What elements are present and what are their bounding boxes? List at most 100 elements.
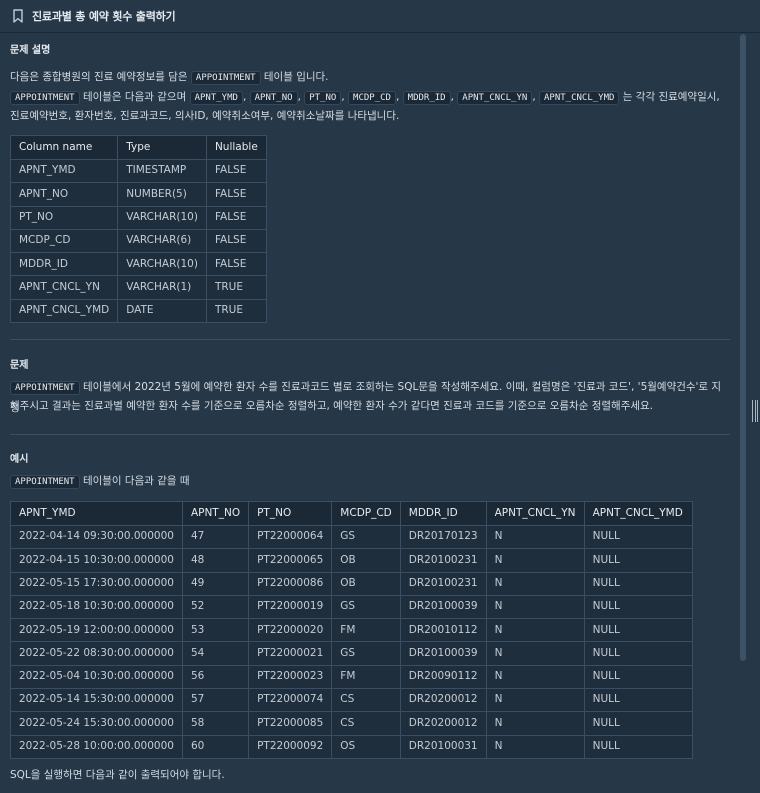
code-tag: APPOINTMENT [10, 381, 80, 395]
resize-handle[interactable] [752, 400, 759, 422]
table-cell: CS [331, 688, 401, 713]
table-cell: NULL [583, 618, 693, 643]
example-col-header: PT_NO [248, 501, 333, 526]
table-cell: FALSE [205, 158, 267, 184]
table-cell: FALSE [205, 228, 267, 254]
schema-col-header: Nullable [205, 135, 267, 160]
table-cell: NULL [583, 711, 693, 736]
table-row: MDDR_ID VARCHAR(10) FALSE [10, 252, 267, 277]
table-cell: OB [331, 571, 401, 596]
table-cell: 2022-04-14 09:30:00.000000 [10, 524, 183, 550]
code-tag: APNT_NO [249, 91, 298, 105]
schema-col-header: Column name [10, 135, 119, 160]
table-cell: DR20200012 [399, 688, 487, 713]
example-col-header: APNT_NO [181, 501, 250, 526]
description-heading: 문제 설명 [10, 45, 51, 56]
table-row: APNT_YMD TIMESTAMP FALSE [10, 158, 267, 184]
table-row: 2022-05-22 08:30:00.000000 54 PT22000021 GS… [10, 641, 693, 666]
table-cell: 56 [181, 664, 250, 690]
table-cell: MCDP_CD [10, 228, 119, 254]
table-cell: 48 [181, 548, 250, 573]
bookmark-icon[interactable] [12, 9, 24, 23]
table-cell: NULL [583, 734, 693, 759]
code-tag: MCDP_CD [348, 91, 396, 105]
table-row: 2022-05-28 10:00:00.000000 60 PT22000092 OS… [10, 734, 693, 759]
table-cell: APNT_NO [10, 182, 119, 207]
table-cell: DR20010112 [399, 618, 487, 643]
table-cell: FALSE [205, 252, 267, 277]
table-cell: N [485, 571, 585, 596]
code-tag: MDDR_ID [402, 91, 451, 105]
schema-col-header: Type [117, 135, 207, 160]
table-cell: GS [331, 524, 401, 550]
table-cell: 2022-05-28 10:00:00.000000 [10, 734, 183, 759]
table-cell: PT_NO [10, 205, 119, 230]
description-line-2: APPOINTMENT 테이블은 다음과 같으며 APNT_YMD, APNT_… [10, 88, 730, 109]
table-cell: PT22000019 [248, 594, 333, 620]
table-cell: N [485, 548, 585, 573]
table-row: 2022-04-15 10:30:00.000000 48 PT22000065 OB… [10, 548, 693, 573]
table-row: 2022-04-14 09:30:00.000000 47 PT22000064 GS… [10, 524, 693, 550]
table-cell: DR20100039 [399, 641, 487, 666]
table-row: MCDP_CD VARCHAR(6) FALSE [10, 228, 267, 254]
description-line-3: 진료예약번호, 환자번호, 진료과코드, 의사ID, 예약취소여부, 예약취소날… [10, 110, 400, 122]
table-cell: NUMBER(5) [117, 182, 207, 207]
table-row: 2022-05-19 12:00:00.000000 53 PT22000020 FM… [10, 618, 693, 643]
table-cell: 2022-05-22 08:30:00.000000 [10, 641, 183, 666]
table-cell: N [485, 618, 585, 643]
table-cell: MDDR_ID [10, 252, 119, 277]
table-row: PT_NO VARCHAR(10) FALSE [10, 205, 267, 230]
table-cell: FM [331, 618, 401, 643]
table-cell: N [485, 734, 585, 759]
table-cell: 49 [181, 571, 250, 596]
divider [10, 339, 730, 340]
table-cell: 53 [181, 618, 250, 643]
table-row: 2022-05-18 10:30:00.000000 52 PT22000019 GS… [10, 594, 693, 620]
table-cell: TRUE [205, 298, 267, 324]
table-cell: N [485, 594, 585, 620]
example-col-header: APNT_YMD [10, 501, 183, 526]
table-cell: DR20100039 [399, 594, 487, 620]
table-cell: DR20200012 [399, 711, 487, 736]
code-tag: APPOINTMENT [190, 71, 261, 85]
table-cell: TRUE [205, 275, 267, 300]
divider [10, 434, 730, 435]
table-cell: N [485, 688, 585, 713]
scrollbar-thumb[interactable] [740, 34, 746, 661]
table-cell: 2022-05-15 17:30:00.000000 [10, 571, 183, 596]
table-cell: 57 [181, 688, 250, 713]
table-cell: GS [331, 594, 401, 620]
code-tag: APPOINTMENT [10, 91, 80, 105]
table-cell: NULL [583, 548, 693, 573]
table-cell: 2022-05-04 10:30:00.000000 [10, 664, 183, 690]
example-footer: SQL을 실행하면 다음과 같이 출력되어야 합니다. [10, 769, 225, 781]
table-cell: APNT_CNCL_YMD [10, 298, 119, 324]
table-cell: OB [331, 548, 401, 573]
table-row: 2022-05-14 15:30:00.000000 57 PT22000074 CS… [10, 688, 693, 713]
description-line-1: 다음은 종합병원의 진료 예약정보를 담은 APPOINTMENT 테이블 입니… [10, 71, 329, 85]
table-cell: PT22000065 [248, 548, 333, 573]
table-row: APNT_NO NUMBER(5) FALSE [10, 182, 267, 207]
problem-header: 진료과별 총 예약 횟수 출력하기 [0, 0, 760, 33]
table-cell: FALSE [205, 205, 267, 230]
table-cell: PT22000021 [248, 641, 333, 666]
table-cell: PT22000092 [248, 734, 333, 759]
table-cell: PT22000074 [248, 688, 333, 713]
table-cell: APNT_YMD [10, 158, 119, 184]
table-cell: 60 [181, 734, 250, 759]
problem-content: 문제 설명 다음은 종합병원의 진료 예약정보를 담은 APPOINTMENT … [10, 34, 730, 793]
table-cell: FALSE [205, 182, 267, 207]
table-cell: DR20170123 [399, 524, 487, 550]
example-col-header: MDDR_ID [399, 501, 487, 526]
example-caption: APPOINTMENT 테이블이 다음과 같을 때 [10, 472, 730, 493]
table-cell: VARCHAR(10) [117, 252, 207, 277]
table-cell: PT22000086 [248, 571, 333, 596]
problem-line-2: 해주시고 결과는 진료과별 예약한 환자 수를 기준으로 오름차순 정렬하고, … [10, 400, 654, 412]
problem-heading: 문제 [10, 360, 29, 371]
table-cell: N [485, 664, 585, 690]
table-cell: PT22000020 [248, 618, 333, 643]
code-tag: APPOINTMENT [10, 475, 80, 489]
example-heading: 예시 [10, 454, 29, 465]
table-cell: N [485, 711, 585, 736]
table-row: APNT_CNCL_YN VARCHAR(1) TRUE [10, 275, 267, 300]
